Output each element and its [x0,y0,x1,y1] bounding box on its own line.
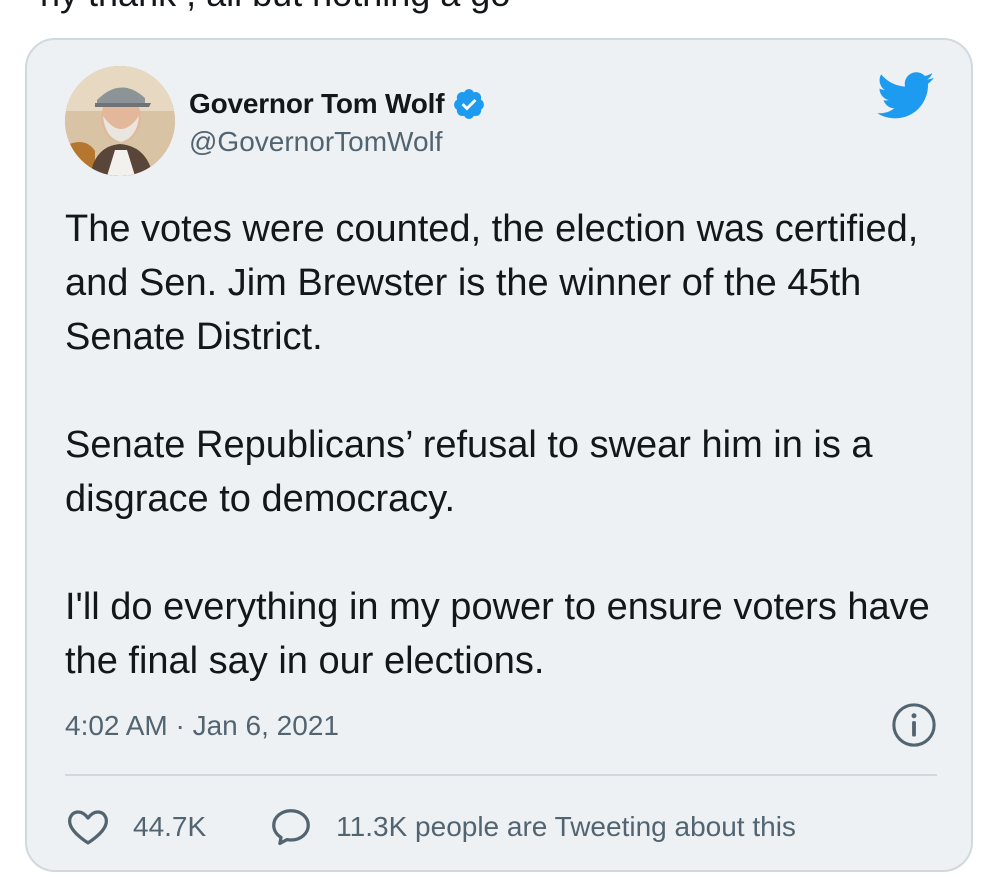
tweet-actions: 44.7K 11.3K people are Tweeting about th… [65,802,796,852]
info-icon[interactable] [891,702,937,748]
tweet-text: The votes were counted, the election was… [65,202,935,688]
cropped-text: ny thank , all but nothing a go [40,0,510,18]
avatar[interactable] [65,66,175,176]
tweet-paragraph: I'll do everything in my power to ensure… [65,586,930,682]
reply-button[interactable]: 11.3K people are Tweeting about this [268,804,796,850]
twitter-bird-icon[interactable] [877,72,935,120]
author-display-name[interactable]: Governor Tom Wolf [189,88,445,120]
divider [65,774,937,776]
tweet-meta: 4:02 AM · Jan 6, 2021 [65,702,937,752]
author-handle[interactable]: @GovernorTomWolf [189,126,486,158]
speech-bubble-icon [272,809,311,846]
like-count: 44.7K [133,811,207,842]
tweet-paragraph: The votes were counted, the election was… [65,208,919,358]
tweeting-about-count: 11.3K people are Tweeting about this [336,811,796,842]
heart-icon [68,810,108,845]
author-info[interactable]: Governor Tom Wolf @GovernorTomWolf [189,84,486,158]
like-button[interactable]: 44.7K [65,804,206,850]
tweet-card[interactable]: Governor Tom Wolf @GovernorTomWolf The v… [25,38,973,872]
cropped-previous-text: ny thank , all but nothing a go [0,0,1000,30]
tweet-paragraph: Senate Republicans’ refusal to swear him… [65,424,873,520]
verified-badge-icon [454,89,485,119]
avatar-image [65,66,175,176]
tweet-timestamp[interactable]: 4:02 AM · Jan 6, 2021 [65,710,339,742]
